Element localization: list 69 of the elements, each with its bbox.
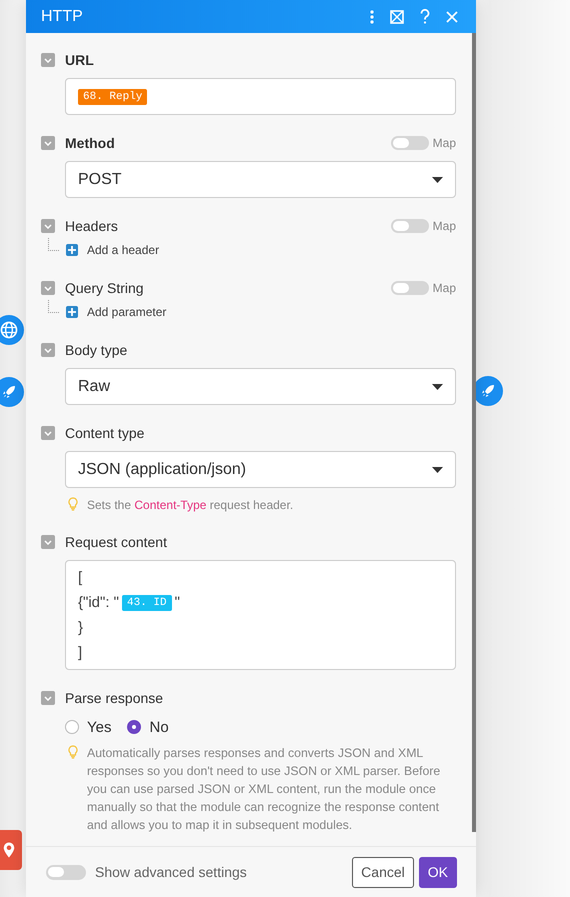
- hint-text: Automatically parses responses and converts JSON and XML responses so you don't need to use JSON or XML parser. Before you can use parsed JSON or XML content, run the module once manually so that the module can recognize the response content and allows you to map it in subsequent modules.: [87, 745, 442, 834]
- field-label: Body type: [65, 342, 128, 358]
- help-icon[interactable]: [420, 9, 430, 24]
- caret-icon: [432, 176, 443, 182]
- map-toggle[interactable]: [390, 219, 429, 233]
- radio-button[interactable]: [127, 720, 142, 734]
- dropdown-select[interactable]: JSON (application/json): [65, 451, 456, 488]
- lightbulb-icon: [68, 745, 78, 759]
- chevron-down-icon: [44, 224, 52, 228]
- advanced-settings-toggle[interactable]: [46, 864, 86, 880]
- field-label: Method: [65, 135, 116, 151]
- add-icon[interactable]: [66, 306, 78, 318]
- chevron-down-icon: [44, 58, 52, 62]
- collapse-toggle[interactable]: [41, 535, 55, 549]
- code-text: }: [78, 619, 84, 636]
- collapse-toggle[interactable]: [41, 53, 55, 67]
- radio-label: No: [149, 718, 169, 736]
- chevron-down-icon: [44, 286, 52, 290]
- window-title: HTTP: [41, 8, 83, 26]
- code-text: [: [78, 569, 82, 586]
- dropdown-select[interactable]: Raw: [65, 368, 456, 405]
- code-text: {"id": ": [78, 594, 119, 611]
- collapse-toggle[interactable]: [41, 281, 55, 295]
- field-label: URL: [65, 52, 95, 68]
- chevron-down-icon: [44, 540, 52, 544]
- globe-module-icon[interactable]: [0, 315, 24, 345]
- chevron-down-icon: [44, 348, 52, 352]
- more-icon[interactable]: [370, 10, 374, 24]
- add-icon[interactable]: [66, 244, 78, 256]
- code-text: ": [174, 594, 180, 611]
- collapse-toggle[interactable]: [41, 343, 55, 357]
- field-label: Parse response: [65, 690, 164, 706]
- field-label: Headers: [65, 218, 119, 234]
- content-type-link[interactable]: Content-Type: [134, 498, 206, 512]
- collapse-toggle[interactable]: [41, 136, 55, 150]
- map-label: Map: [432, 136, 456, 150]
- cancel-button[interactable]: Cancel: [352, 856, 414, 888]
- expand-icon[interactable]: [390, 10, 404, 24]
- location-pin-icon[interactable]: [0, 830, 22, 870]
- caret-icon: [432, 384, 443, 390]
- collapse-toggle[interactable]: [41, 691, 55, 705]
- collapse-toggle[interactable]: [41, 219, 55, 233]
- map-label: Map: [432, 219, 456, 233]
- chevron-down-icon: [44, 696, 52, 700]
- map-toggle[interactable]: [390, 281, 429, 295]
- add-link[interactable]: Add parameter: [87, 305, 166, 319]
- dropdown-select[interactable]: POST: [65, 161, 456, 198]
- request-content-field[interactable]: [ {"id": " 43. ID " } ]: [65, 560, 456, 670]
- lightbulb-icon: [68, 497, 78, 511]
- scrollbar[interactable]: [472, 33, 476, 832]
- add-link[interactable]: Add a header: [87, 243, 160, 257]
- ok-button[interactable]: OK: [418, 856, 457, 888]
- field-label: Request content: [65, 534, 168, 550]
- field-label: Query String: [65, 280, 145, 296]
- chevron-down-icon: [44, 430, 52, 436]
- code-text: ]: [78, 644, 82, 661]
- advanced-settings-label: Show advanced settings: [95, 864, 247, 880]
- close-icon[interactable]: [446, 10, 458, 22]
- rocket-module-icon[interactable]: [473, 376, 503, 406]
- chevron-down-icon: [44, 140, 52, 146]
- radio-button[interactable]: [65, 720, 79, 734]
- field-label: Content type: [65, 425, 146, 441]
- map-toggle[interactable]: [390, 136, 429, 150]
- hint-text: Sets the Content-Type request header.: [87, 497, 294, 514]
- collapse-toggle[interactable]: [41, 426, 55, 440]
- radio-label: Yes: [87, 718, 112, 736]
- rocket-module-icon[interactable]: [0, 377, 24, 407]
- map-label: Map: [432, 281, 456, 295]
- caret-icon: [432, 466, 443, 472]
